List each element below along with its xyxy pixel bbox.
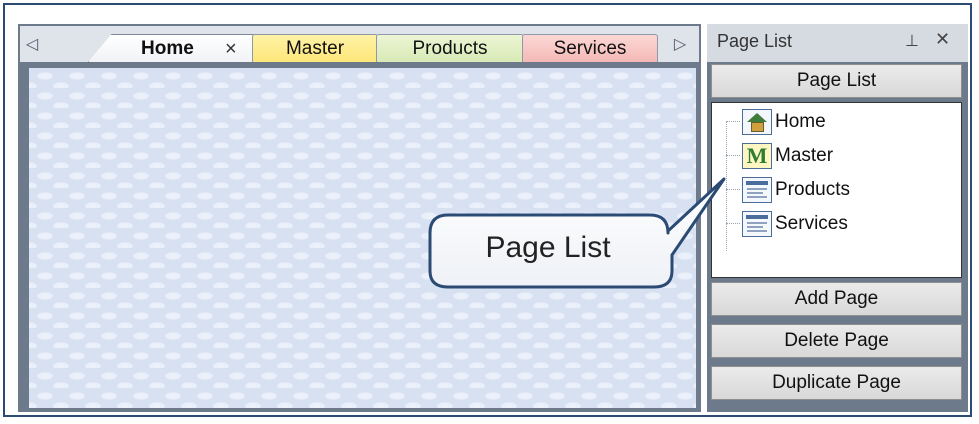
callout-text: Page List bbox=[485, 231, 611, 264]
home-page-icon bbox=[742, 109, 772, 135]
tree-item-label: Home bbox=[775, 111, 826, 132]
tree-item-label: Services bbox=[775, 213, 848, 234]
add-page-button[interactable]: Add Page bbox=[711, 282, 962, 316]
scroll-right-icon[interactable]: ▷ bbox=[672, 33, 688, 57]
page-list-button[interactable]: Page List bbox=[711, 64, 962, 98]
tab-services[interactable]: Services bbox=[522, 34, 658, 62]
tab-master-label: Master bbox=[285, 38, 345, 59]
page-icon bbox=[742, 177, 772, 203]
tree-connector bbox=[726, 121, 740, 122]
close-icon[interactable]: ✕ bbox=[935, 29, 950, 50]
duplicate-page-button[interactable]: Duplicate Page bbox=[711, 366, 962, 400]
tree-item-label: Products bbox=[775, 179, 850, 200]
delete-page-button[interactable]: Delete Page bbox=[711, 324, 962, 358]
close-tab-icon[interactable]: × bbox=[225, 35, 237, 62]
tree-connector bbox=[726, 189, 740, 190]
pin-icon[interactable]: ⊥ bbox=[905, 31, 919, 51]
tab-products-label: Products bbox=[412, 38, 488, 59]
page-icon bbox=[742, 211, 772, 237]
scroll-left-icon[interactable]: ◁ bbox=[24, 33, 40, 57]
tree-item-products[interactable]: Products bbox=[742, 175, 850, 205]
panel-header: Page List ⊥ ✕ bbox=[707, 24, 968, 62]
tab-master[interactable]: Master bbox=[252, 34, 378, 62]
page-tree: Home M Master Products Services bbox=[711, 102, 962, 278]
tree-connector bbox=[726, 223, 740, 224]
tree-connector bbox=[726, 155, 740, 156]
tree-item-home[interactable]: Home bbox=[742, 107, 826, 137]
tab-home-label: Home bbox=[141, 38, 194, 59]
tree-item-services[interactable]: Services bbox=[742, 209, 848, 239]
panel-title: Page List bbox=[717, 31, 793, 51]
tab-strip: ◁ Home × Master Products Services ▷ bbox=[20, 26, 699, 62]
master-page-icon: M bbox=[742, 143, 772, 169]
tab-home[interactable]: Home × bbox=[88, 34, 256, 62]
page-list-panel: Page List ⊥ ✕ Page List Home M Master Pr… bbox=[707, 24, 968, 412]
tab-products[interactable]: Products bbox=[376, 34, 524, 62]
tree-item-master[interactable]: M Master bbox=[742, 141, 833, 171]
tab-services-label: Services bbox=[553, 38, 627, 59]
callout-bubble: Page List bbox=[428, 177, 726, 289]
tree-item-label: Master bbox=[775, 145, 834, 166]
